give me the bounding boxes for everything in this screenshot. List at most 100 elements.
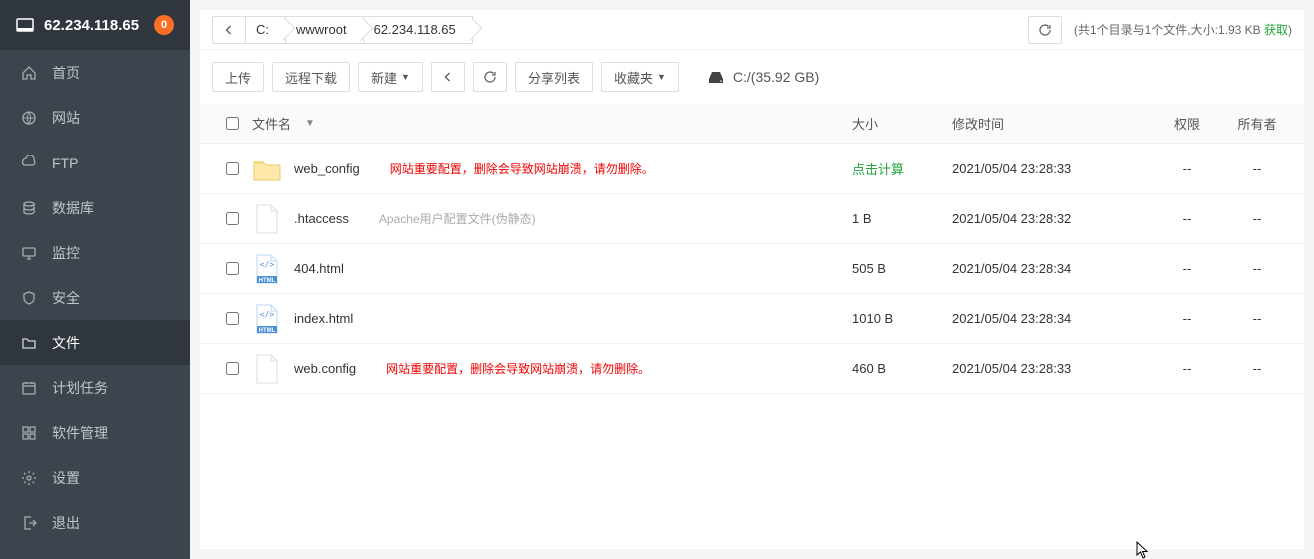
file-size[interactable]: 点击计算 [852, 162, 904, 177]
sidebar-item-ftp[interactable]: FTP [0, 140, 190, 185]
sidebar-item-label: 文件 [52, 333, 80, 353]
breadcrumb-segment-label: wwwroot [296, 22, 347, 37]
sidebar-item-settings[interactable]: 设置 [0, 455, 190, 500]
sidebar-item-home[interactable]: 首页 [0, 50, 190, 95]
home-icon [20, 65, 38, 81]
sidebar-item-label: 网站 [52, 108, 80, 128]
new-button[interactable]: 新建 ▼ [358, 62, 423, 92]
sidebar-header: 62.234.118.65 0 [0, 0, 190, 50]
file-perm: -- [1152, 161, 1222, 176]
refresh-icon [1038, 23, 1052, 37]
file-size: 460 B [852, 361, 886, 376]
file-name[interactable]: web_config [294, 161, 360, 176]
file-table: 文件名 ▼ 大小 修改时间 权限 所有者 web_config网站重要配置，删除… [200, 104, 1304, 549]
sidebar-item-logout[interactable]: 退出 [0, 500, 190, 545]
breadcrumb-segment[interactable]: C: [246, 16, 286, 44]
file-mtime: 2021/05/04 23:28:33 [952, 161, 1152, 176]
file-note: 网站重要配置，删除会导致网站崩溃，请勿删除。 [386, 360, 650, 377]
notification-badge[interactable]: 0 [154, 15, 174, 35]
sidebar-item-label: 监控 [52, 243, 80, 263]
breadcrumb-summary: (共1个目录与1个文件,大小:1.93 KB 获取) [1074, 21, 1292, 38]
file-owner: -- [1222, 361, 1292, 376]
monitor-icon [20, 245, 38, 261]
summary-link[interactable]: 获取 [1264, 23, 1288, 37]
file-perm: -- [1152, 261, 1222, 276]
sidebar-item-security[interactable]: 安全 [0, 275, 190, 320]
refresh-button[interactable] [473, 62, 507, 92]
file-size: 1 B [852, 211, 872, 226]
refresh-icon [483, 70, 497, 84]
breadcrumb-segment[interactable]: 62.234.118.65 [364, 16, 473, 44]
svg-text:HTML: HTML [259, 328, 276, 334]
row-checkbox[interactable] [226, 212, 239, 225]
header-size[interactable]: 大小 [852, 114, 952, 133]
table-row[interactable]: </>HTMLindex.html1010 B2021/05/04 23:28:… [200, 294, 1304, 344]
row-checkbox[interactable] [226, 362, 239, 375]
sidebar-item-label: 设置 [52, 468, 80, 488]
header-mtime[interactable]: 修改时间 [952, 114, 1152, 133]
server-icon [16, 18, 34, 32]
row-checkbox[interactable] [226, 162, 239, 175]
file-owner: -- [1222, 261, 1292, 276]
breadcrumb-bar: C: wwwroot 62.234.118.65 (共1个目录与1个文件,大小:1.… [200, 10, 1304, 50]
sidebar-item-label: FTP [52, 155, 78, 171]
table-row[interactable]: .htaccessApache用户配置文件(伪静态)1 B2021/05/04 … [200, 194, 1304, 244]
sidebar-item-label: 数据库 [52, 198, 94, 218]
disk-label[interactable]: C:/(35.92 GB) [733, 69, 819, 85]
file-note: Apache用户配置文件(伪静态) [379, 210, 536, 227]
sidebar-item-site[interactable]: 网站 [0, 95, 190, 140]
sort-caret-down-icon: ▼ [305, 118, 315, 129]
file-owner: -- [1222, 211, 1292, 226]
remote-download-button[interactable]: 远程下载 [272, 62, 350, 92]
ftp-icon [20, 155, 38, 171]
file-size: 1010 B [852, 311, 893, 326]
share-list-button[interactable]: 分享列表 [515, 62, 593, 92]
file-icon [252, 204, 282, 234]
logout-icon [20, 515, 38, 531]
html-icon: </> HTML [252, 254, 282, 284]
upload-button[interactable]: 上传 [212, 62, 264, 92]
favorites-button[interactable]: 收藏夹 ▼ [601, 62, 679, 92]
file-name[interactable]: .htaccess [294, 211, 349, 226]
disk-info: C:/(35.92 GB) [707, 69, 819, 85]
file-name[interactable]: 404.html [294, 261, 344, 276]
sidebar-item-files[interactable]: 文件 [0, 320, 190, 365]
sidebar-item-label: 软件管理 [52, 423, 108, 443]
breadcrumb-back-button[interactable] [212, 16, 246, 44]
file-mtime: 2021/05/04 23:28:33 [952, 361, 1152, 376]
header-owner: 所有者 [1222, 114, 1292, 133]
settings-icon [20, 470, 38, 486]
db-icon [20, 200, 38, 216]
sidebar-item-monitor[interactable]: 监控 [0, 230, 190, 275]
file-perm: -- [1152, 361, 1222, 376]
row-checkbox[interactable] [226, 262, 239, 275]
summary-text: (共1个目录与1个文件,大小:1.93 KB [1074, 23, 1261, 37]
sidebar-item-db[interactable]: 数据库 [0, 185, 190, 230]
main-area: C: wwwroot 62.234.118.65 (共1个目录与1个文件,大小:1.… [190, 0, 1314, 559]
nav-back-button[interactable] [431, 62, 465, 92]
breadcrumb-segment[interactable]: wwwroot [286, 16, 364, 44]
sidebar-item-label: 计划任务 [52, 378, 108, 398]
svg-text:</>: </> [260, 260, 275, 269]
caret-down-icon: ▼ [401, 72, 410, 82]
file-name[interactable]: web.config [294, 361, 356, 376]
breadcrumb-refresh-button[interactable] [1028, 16, 1062, 44]
file-perm: -- [1152, 211, 1222, 226]
file-mtime: 2021/05/04 23:28:34 [952, 261, 1152, 276]
summary-suffix: ) [1288, 23, 1292, 37]
table-row[interactable]: web_config网站重要配置，删除会导致网站崩溃，请勿删除。点击计算2021… [200, 144, 1304, 194]
sidebar-item-cron[interactable]: 计划任务 [0, 365, 190, 410]
svg-text:HTML: HTML [259, 278, 276, 284]
header-filename[interactable]: 文件名 ▼ [252, 114, 852, 133]
sidebar-item-soft[interactable]: 软件管理 [0, 410, 190, 455]
table-row[interactable]: </>HTML404.html505 B2021/05/04 23:28:34-… [200, 244, 1304, 294]
table-row[interactable]: web.config 网站重要配置，删除会导致网站崩溃，请勿删除。 460 B 202… [200, 344, 1304, 394]
file-name[interactable]: index.html [294, 311, 353, 326]
svg-text:</>: </> [260, 310, 275, 319]
select-all-checkbox[interactable] [226, 117, 239, 130]
files-icon [20, 335, 38, 351]
caret-down-icon: ▼ [657, 72, 666, 82]
site-icon [20, 110, 38, 126]
row-checkbox[interactable] [226, 312, 239, 325]
toolbar: 上传 远程下载 新建 ▼ 分享列表 收藏夹 [200, 50, 1304, 104]
